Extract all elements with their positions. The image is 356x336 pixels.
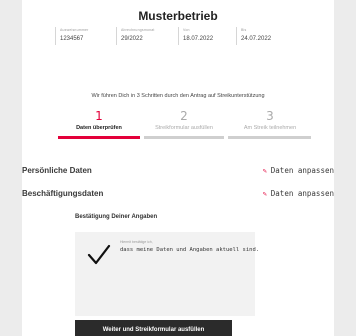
meta-value: 29/2022: [121, 36, 143, 42]
section-personal-data: Persönliche Daten ✎ Daten anpassen: [22, 166, 334, 180]
step-number: 3: [266, 109, 274, 123]
meta-info-row: Ausweisnummer 1234567 Abrechnungsmonat 2…: [55, 27, 296, 45]
step-label: Daten überprüfen: [76, 125, 122, 131]
meta-cell-month: Abrechnungsmonat 29/2022: [116, 27, 178, 45]
step-2[interactable]: 2 Streikformular ausfüllen: [142, 109, 226, 132]
step-progress-bar-2: [144, 136, 224, 139]
meta-value: 18.07.2022: [183, 36, 214, 42]
meta-label: Bis: [241, 28, 247, 32]
section-employment-data: Beschäftigungsdaten ✎ Daten anpassen: [22, 189, 334, 203]
section-title: Persönliche Daten: [22, 166, 92, 175]
edit-employment-data-link[interactable]: ✎ Daten anpassen: [263, 189, 334, 198]
intro-text: Wir führen Dich in 3 Schritten durch den…: [91, 93, 265, 99]
checkmark-checkbox-icon[interactable]: [87, 244, 111, 266]
step-label: Streikformular ausfüllen: [155, 125, 213, 131]
meta-label: Ausweisnummer: [60, 28, 89, 32]
meta-label: Von: [183, 28, 190, 32]
step-number: 1: [95, 109, 103, 123]
step-number: 2: [180, 109, 188, 123]
step-label: Am Streik teilnehmen: [243, 125, 297, 131]
checkbox-caption: Hiermit bestätige ich,: [120, 240, 153, 244]
meta-cell-to: Bis 24.07.2022: [236, 27, 296, 45]
step-1[interactable]: 1 Daten überprüfen: [57, 109, 141, 132]
meta-label: Abrechnungsmonat: [121, 28, 155, 32]
confirmation-box: Hiermit bestätige ich, dass meine Daten …: [75, 232, 259, 316]
meta-cell-from: Von 18.07.2022: [178, 27, 236, 45]
meta-value: 1234567: [60, 36, 84, 42]
continue-button[interactable]: Weiter und Streikformular ausfüllen: [75, 320, 232, 336]
company-title: Musterbetrieb: [138, 9, 218, 23]
meta-value: 24.07.2022: [241, 36, 272, 42]
meta-cell-id: Ausweisnummer 1234567: [55, 27, 116, 45]
step-progress-bar-1: [58, 136, 140, 139]
edit-personal-data-link[interactable]: ✎ Daten anpassen: [263, 166, 334, 175]
section-title: Beschäftigungsdaten: [22, 189, 104, 198]
confirmation-heading: Bestätigung Deiner Angaben: [75, 214, 158, 220]
step-3[interactable]: 3 Am Streik teilnehmen: [228, 109, 312, 132]
edit-link-label: Daten anpassen: [270, 166, 334, 175]
confirmation-section: Bestätigung Deiner Angaben Hiermit bestä…: [75, 214, 259, 336]
pencil-icon: ✎: [262, 190, 267, 198]
checkbox-label: dass meine Daten und Angaben aktuell sin…: [120, 247, 260, 253]
step-progress-bar-3: [228, 136, 311, 139]
pencil-icon: ✎: [262, 167, 267, 175]
edit-link-label: Daten anpassen: [270, 189, 334, 198]
